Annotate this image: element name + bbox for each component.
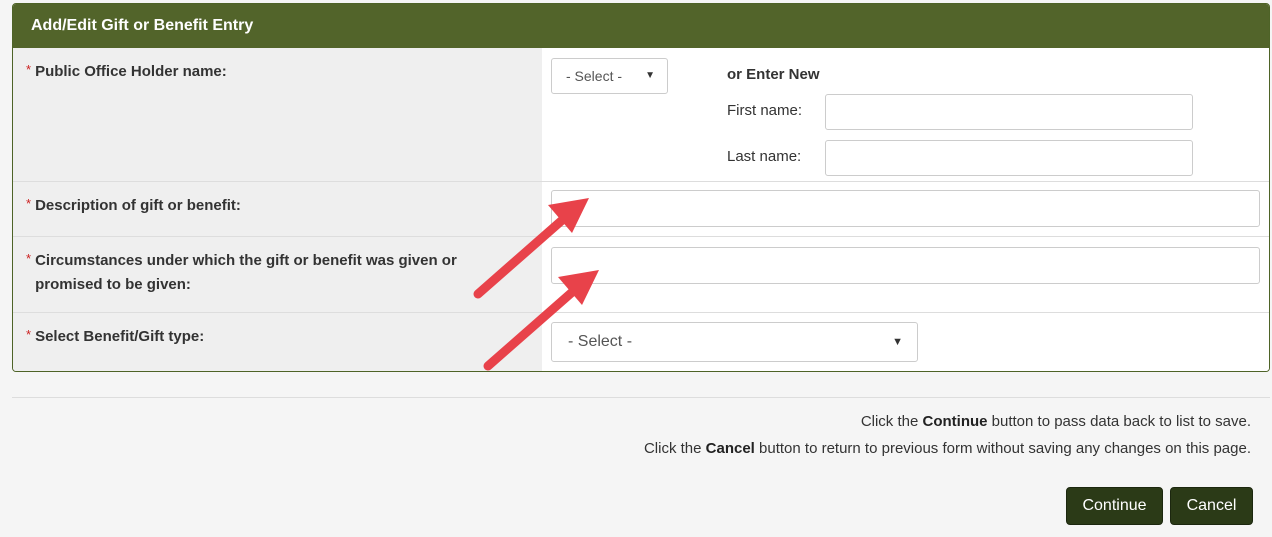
officeholder-label-cell: * Public Office Holder name: bbox=[13, 48, 542, 181]
officeholder-select[interactable]: - Select - ▼ bbox=[551, 58, 668, 94]
description-row: * Description of gift or benefit: bbox=[13, 181, 1269, 236]
instruction-text: button to return to previous form withou… bbox=[754, 440, 1251, 457]
required-marker: * bbox=[26, 196, 32, 211]
gift-type-label: Select Benefit/Gift type: bbox=[35, 328, 205, 345]
cancel-button[interactable]: Cancel bbox=[1170, 487, 1253, 525]
gift-type-label-cell: * Select Benefit/Gift type: bbox=[13, 313, 542, 371]
last-name-label: Last name: bbox=[727, 148, 802, 165]
required-marker: * bbox=[26, 62, 32, 77]
circumstances-label-cell: * Circumstances under which the gift or b… bbox=[13, 237, 542, 312]
continue-button[interactable]: Continue bbox=[1066, 487, 1163, 525]
gift-type-select[interactable]: - Select - ▼ bbox=[551, 322, 918, 362]
required-marker: * bbox=[26, 327, 32, 342]
first-name-label: First name: bbox=[727, 102, 803, 119]
instruction-text: button to pass data back to list to save… bbox=[987, 413, 1251, 430]
officeholder-row: * Public Office Holder name: - Select - ▼… bbox=[13, 48, 1269, 181]
description-label-cell: * Description of gift or benefit: bbox=[13, 182, 542, 236]
last-name-input[interactable] bbox=[825, 140, 1193, 176]
section-divider bbox=[12, 397, 1270, 398]
panel-title: Add/Edit Gift or Benefit Entry bbox=[13, 4, 1269, 48]
cancel-instruction: Click the Cancel button to return to pre… bbox=[644, 440, 1251, 457]
required-marker: * bbox=[26, 251, 32, 266]
or-enter-new-label: or Enter New bbox=[727, 66, 820, 83]
circumstances-label: Circumstances under which the gift or be… bbox=[35, 252, 457, 293]
description-value-cell bbox=[542, 182, 1269, 236]
continue-instruction: Click the Continue button to pass data b… bbox=[861, 413, 1251, 430]
gift-type-row: * Select Benefit/Gift type: - Select - ▼ bbox=[13, 312, 1269, 371]
instruction-text: Click the bbox=[643, 440, 706, 457]
circumstances-value-cell bbox=[542, 237, 1269, 312]
instruction-text: Click the bbox=[860, 413, 923, 430]
circumstances-row: * Circumstances under which the gift or b… bbox=[13, 236, 1269, 312]
caret-down-icon: ▼ bbox=[892, 336, 903, 348]
description-input[interactable] bbox=[551, 190, 1260, 227]
gift-type-select-value: - Select - bbox=[568, 333, 633, 350]
instruction-keyword: Continue bbox=[922, 413, 988, 430]
instruction-keyword: Cancel bbox=[705, 440, 755, 457]
gift-entry-panel: Add/Edit Gift or Benefit Entry * Public O… bbox=[12, 3, 1270, 372]
circumstances-input[interactable] bbox=[551, 247, 1260, 284]
description-label: Description of gift or benefit: bbox=[35, 197, 241, 214]
first-name-input[interactable] bbox=[825, 94, 1193, 130]
officeholder-label: Public Office Holder name: bbox=[35, 63, 227, 80]
officeholder-value-cell: - Select - ▼ or Enter New First name: La… bbox=[542, 48, 1269, 181]
caret-down-icon: ▼ bbox=[645, 70, 655, 81]
gift-type-value-cell: - Select - ▼ bbox=[542, 313, 1269, 371]
officeholder-select-value: - Select - bbox=[566, 68, 623, 84]
